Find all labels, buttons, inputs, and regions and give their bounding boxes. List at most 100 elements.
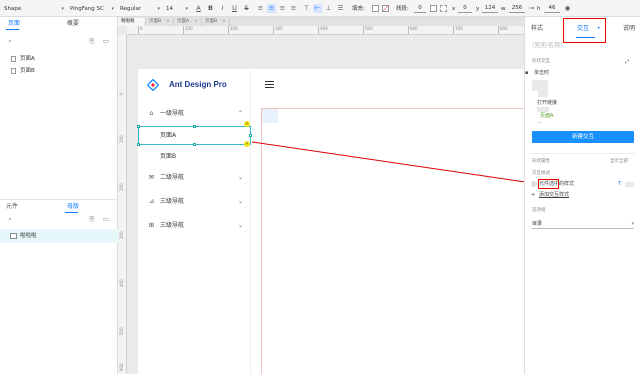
page-label: 页面B xyxy=(20,68,35,74)
search-icon[interactable]: ⌕ xyxy=(6,37,14,45)
list-icon[interactable]: ☰ xyxy=(336,4,345,13)
shape-type-select[interactable]: Shape ▾ xyxy=(4,4,64,14)
stroke-width-input[interactable]: 0 xyxy=(414,4,426,13)
ruler-tick: 200 xyxy=(228,26,238,34)
stroke-color-swatch[interactable] xyxy=(430,5,437,12)
ruler-tick: 600 xyxy=(119,363,124,371)
more-indicator: — xyxy=(537,121,542,126)
doc-tab[interactable]: 啦啦啦 xyxy=(118,18,146,26)
valign-middle-icon[interactable]: ⊢ xyxy=(313,4,322,13)
align-center-icon[interactable]: ≡ xyxy=(267,4,276,13)
font-size-value: 14 xyxy=(166,6,173,12)
nav-item-level3[interactable]: ⊿ 三级导航 ⌄ xyxy=(138,195,251,209)
link-target[interactable]: 页面A xyxy=(540,112,553,120)
lock-icon[interactable]: ⊸ xyxy=(527,4,536,13)
valign-top-icon[interactable]: ⊤ xyxy=(302,4,311,13)
chevron-down-icon: ▾ xyxy=(185,6,188,12)
y-input[interactable]: 124 xyxy=(482,4,498,13)
add-master-icon[interactable]: ⎘ xyxy=(88,215,96,223)
page-item[interactable]: 页面B xyxy=(0,65,118,77)
resize-handle[interactable] xyxy=(193,125,196,128)
font-weight-select[interactable]: Regular ▾ xyxy=(120,4,160,14)
fill-color-swatch[interactable] xyxy=(372,5,379,12)
master-icon xyxy=(10,233,17,239)
stroke-style-swatch[interactable] xyxy=(440,5,447,12)
tab-outline[interactable]: 概要 xyxy=(67,19,79,29)
font-family-select[interactable]: PingFang SC ▾ xyxy=(70,4,114,14)
chart-icon: ⊿ xyxy=(148,197,155,205)
document-tabs: 啦啦啦 页面B × 页面A × 页面B × xyxy=(118,17,524,26)
valign-bottom-icon[interactable]: ⊥ xyxy=(324,4,333,13)
sub-item[interactable]: 页面B xyxy=(138,150,251,164)
font-size-select[interactable]: 14 ▾ xyxy=(166,4,188,14)
align-right-icon[interactable]: ≡ xyxy=(278,4,287,13)
menu-toggle-icon[interactable] xyxy=(265,81,274,88)
option-group-select[interactable]: 目录 ▾ xyxy=(532,220,634,229)
show-all-link[interactable]: 显示全部 xyxy=(610,158,628,165)
ruler-tick: 100 xyxy=(183,26,193,34)
doc-tab[interactable]: 页面B × xyxy=(202,18,230,26)
interaction-badge-icon[interactable]: ⚡ xyxy=(244,121,250,127)
bold-icon[interactable]: B xyxy=(206,4,215,13)
resize-handle[interactable] xyxy=(193,143,196,146)
eye-icon[interactable]: ◉ xyxy=(563,4,572,13)
tab-masters[interactable]: 母版 xyxy=(67,202,79,212)
page-item[interactable]: 页面A xyxy=(0,53,118,65)
chevron-down-icon: ▾ xyxy=(61,6,64,12)
new-interaction-button[interactable]: 新建交互 xyxy=(532,131,634,143)
tab-style[interactable]: 样式 xyxy=(531,24,543,34)
tab-notes[interactable]: 说明 xyxy=(623,24,635,34)
master-item[interactable]: 啦啦啦 xyxy=(0,229,118,243)
fill-none-swatch[interactable] xyxy=(382,5,389,12)
fill-label: 填充: xyxy=(352,6,365,12)
close-icon[interactable]: × xyxy=(222,18,226,26)
shape-name-field[interactable]: (矩形名称) xyxy=(532,41,563,49)
tab-widgets[interactable]: 元件 xyxy=(6,202,18,212)
artboard[interactable]: Ant Design Pro ⌂ 一级导航 ⌃ ⚡ ⚡ 页面A 页面B ✉ 二级… xyxy=(137,69,524,374)
resize-handle[interactable] xyxy=(137,143,140,146)
add-style-link[interactable]: 添加交互样式 xyxy=(539,191,569,199)
ruler-tick: 700 xyxy=(453,26,463,34)
x-input[interactable]: 0 xyxy=(458,4,472,13)
nav-label: 三级导航 xyxy=(160,222,185,229)
w-input[interactable]: 256 xyxy=(509,4,525,13)
nav-item-level3b[interactable]: ⊞ 三级导航 ⌄ xyxy=(138,219,251,233)
open-link-action[interactable]: 打开链接 xyxy=(537,99,557,107)
canvas-area[interactable]: 啦啦啦 页面B × 页面A × 页面B × 0 100 200 300 400 500… xyxy=(118,17,524,374)
add-folder-icon[interactable]: ▭ xyxy=(102,215,110,223)
doc-tab[interactable]: 页面B × xyxy=(146,18,174,26)
doc-tab[interactable]: 页面A × xyxy=(174,18,202,26)
nav-item-level2[interactable]: ✉ 二级导航 ⌄ xyxy=(138,171,251,185)
ruler-tick: 500 xyxy=(363,26,373,34)
content-pane xyxy=(261,108,524,374)
y-label: y xyxy=(476,6,480,12)
text-color-icon[interactable]: A xyxy=(194,4,203,13)
h-input[interactable]: 46 xyxy=(544,4,560,13)
expand-icon[interactable]: ⤢ xyxy=(625,58,629,66)
resize-handle[interactable] xyxy=(137,125,140,128)
italic-icon[interactable]: I xyxy=(218,4,227,13)
add-folder-icon[interactable]: ▭ xyxy=(102,37,110,45)
chevron-down-icon: ▾ xyxy=(157,6,160,12)
home-icon: ⌂ xyxy=(149,109,154,117)
add-icon[interactable]: + xyxy=(531,191,535,199)
ruler-tick: 400 xyxy=(119,279,124,287)
ruler-tick: 200 xyxy=(119,183,124,191)
tab-pages[interactable]: 页面 xyxy=(8,19,20,29)
close-icon[interactable]: × xyxy=(166,18,170,26)
sub-item-selected[interactable]: 页面A xyxy=(138,129,251,143)
option-group-value: 目录 xyxy=(532,221,543,227)
nav-item-level1[interactable]: ⌂ 一级导航 ⌃ xyxy=(138,107,251,121)
close-icon[interactable]: × xyxy=(194,18,198,26)
align-justify-icon[interactable]: ≡ xyxy=(289,4,298,13)
underline-icon[interactable]: U xyxy=(230,4,239,13)
mail-icon: ✉ xyxy=(148,173,155,181)
align-left-icon[interactable]: ≡ xyxy=(256,4,265,13)
shape-type-value: Shape xyxy=(4,6,22,12)
add-page-icon[interactable]: ⎘ xyxy=(88,37,96,45)
text-style-icon[interactable]: T xyxy=(618,180,621,188)
search-icon[interactable]: ⌕ xyxy=(6,215,14,223)
radio-icon[interactable] xyxy=(531,181,537,187)
strikethrough-icon[interactable]: S xyxy=(242,4,251,13)
nav-label: 二级导航 xyxy=(160,174,185,181)
